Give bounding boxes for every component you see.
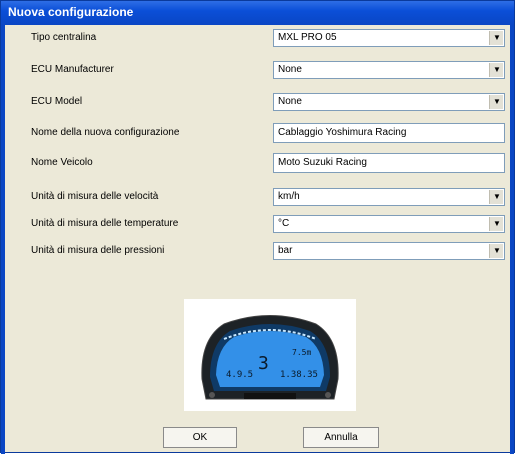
dashboard-illustration: 3 4.9.5 1.38.35 7.5m [201, 315, 339, 400]
dropdown-button[interactable]: ▼ [489, 95, 503, 109]
label-nome-configurazione: Nome della nuova configurazione [31, 127, 180, 138]
dropdown-button[interactable]: ▼ [489, 217, 503, 231]
combo-unita-temperature[interactable]: °C ▼ [273, 215, 505, 233]
combo-value: None [278, 96, 302, 107]
combo-value: °C [278, 218, 290, 229]
dropdown-button[interactable]: ▼ [489, 31, 503, 45]
combo-value: None [278, 64, 302, 75]
dash-speed: 7.5m [292, 348, 311, 357]
input-value: Cablaggio Yoshimura Racing [278, 127, 407, 138]
cancel-button[interactable]: Annulla [303, 427, 379, 448]
label-tipo-centralina: Tipo centralina [31, 32, 97, 43]
combo-unita-velocita[interactable]: km/h ▼ [273, 188, 505, 206]
chevron-down-icon: ▼ [493, 33, 501, 42]
combo-ecu-model[interactable]: None ▼ [273, 93, 505, 111]
combo-unita-pressioni[interactable]: bar ▼ [273, 242, 505, 260]
window-border-right [510, 1, 514, 454]
chevron-down-icon: ▼ [493, 246, 501, 255]
chevron-down-icon: ▼ [493, 97, 501, 106]
label-unita-velocita: Unità di misura delle velocità [31, 191, 159, 202]
chevron-down-icon: ▼ [493, 65, 501, 74]
label-ecu-model: ECU Model [31, 96, 83, 107]
input-nome-configurazione[interactable]: Cablaggio Yoshimura Racing [273, 123, 505, 143]
combo-value: km/h [278, 191, 300, 202]
dash-left-value: 4.9.5 [226, 370, 253, 380]
window-title: Nuova configurazione [8, 5, 134, 19]
chevron-down-icon: ▼ [493, 219, 501, 228]
label-ecu-manufacturer: ECU Manufacturer [31, 64, 114, 75]
dashboard-preview-image: 3 4.9.5 1.38.35 7.5m [184, 299, 356, 411]
combo-ecu-manufacturer[interactable]: None ▼ [273, 61, 505, 79]
title-bar[interactable]: Nuova configurazione [1, 1, 514, 25]
label-unita-pressioni: Unità di misura delle pressioni [31, 245, 165, 256]
dash-right-value: 1.38.35 [280, 370, 318, 380]
dialog-window: Nuova configurazione Tipo centralina MXL… [0, 0, 515, 454]
input-nome-veicolo[interactable]: Moto Suzuki Racing [273, 153, 505, 173]
dropdown-button[interactable]: ▼ [489, 190, 503, 204]
dash-gear: 3 [258, 353, 269, 374]
combo-value: MXL PRO 05 [278, 32, 337, 43]
label-unita-temperature: Unità di misura delle temperature [31, 218, 179, 229]
dropdown-button[interactable]: ▼ [489, 244, 503, 258]
combo-value: bar [278, 245, 293, 256]
ok-button[interactable]: OK [163, 427, 237, 448]
window-border-left [1, 1, 5, 454]
combo-tipo-centralina[interactable]: MXL PRO 05 ▼ [273, 29, 505, 47]
chevron-down-icon: ▼ [493, 192, 501, 201]
input-value: Moto Suzuki Racing [278, 157, 367, 168]
label-nome-veicolo: Nome Veicolo [31, 157, 93, 168]
dropdown-button[interactable]: ▼ [489, 63, 503, 77]
